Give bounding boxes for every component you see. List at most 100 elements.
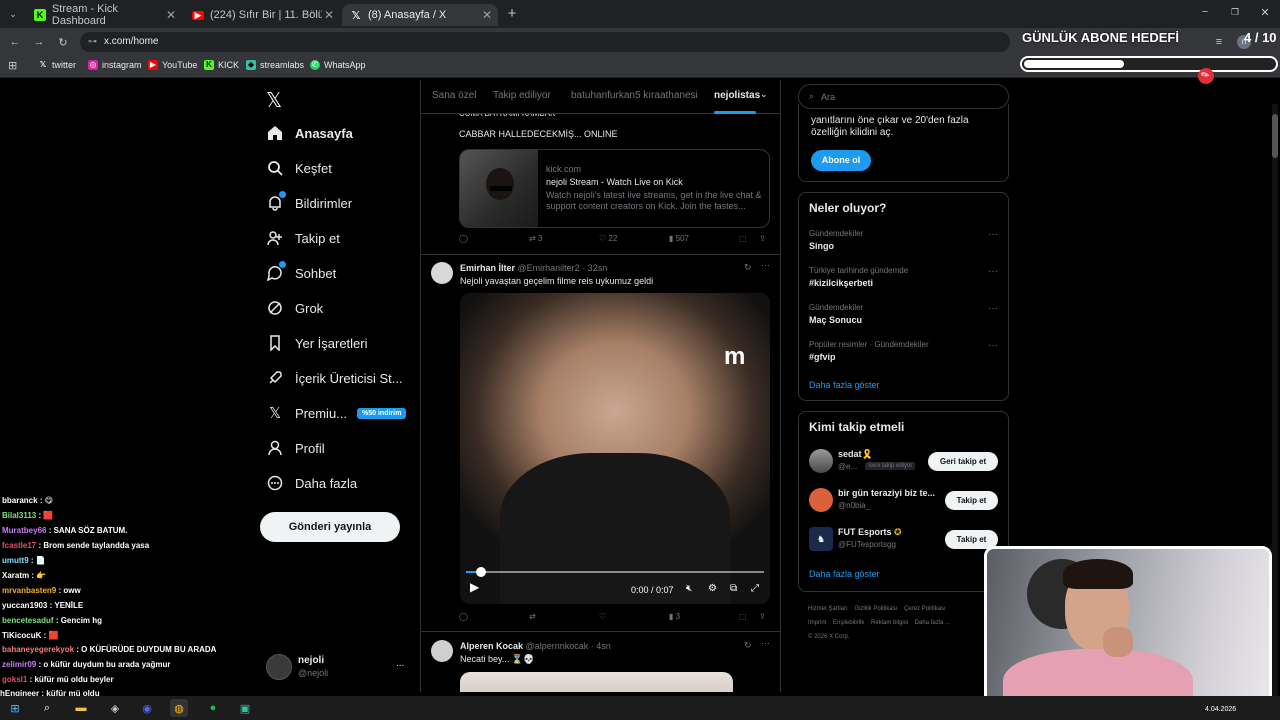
site-info-icon[interactable]: ⊶ bbox=[88, 36, 97, 47]
more-icon[interactable]: ··· bbox=[761, 638, 770, 648]
follow-button[interactable]: Takip et bbox=[945, 491, 998, 510]
bookmark-icon[interactable]: ⬚ bbox=[739, 234, 747, 243]
sidebar-item-chat[interactable]: Sohbet bbox=[266, 261, 336, 282]
share-icon[interactable]: ⇪ bbox=[759, 234, 766, 243]
author-name[interactable]: Alperen Kocak bbox=[460, 641, 523, 651]
trend-item[interactable]: Türkiye tarihinde gündemde #kizilcikşerb… bbox=[799, 264, 1008, 300]
author-name[interactable]: Emirhan İlter bbox=[460, 263, 515, 273]
sidebar-item-home[interactable]: Anasayfa bbox=[266, 124, 353, 142]
windows-start-icon[interactable]: ⊞ bbox=[6, 699, 24, 717]
play-icon[interactable]: ▶ bbox=[470, 580, 479, 594]
video-scrubber-handle[interactable] bbox=[476, 567, 486, 577]
fut-esports-logo[interactable]: ♞ bbox=[809, 527, 833, 551]
bookmark-instagram[interactable]: ◎ instagram bbox=[88, 60, 142, 70]
apps-grid-icon[interactable]: ⊞ bbox=[8, 59, 17, 72]
follow-show-more-link[interactable]: Daha fazla göster bbox=[809, 569, 880, 579]
account-more-button[interactable]: ... bbox=[396, 658, 404, 669]
footer-link[interactable]: Reklam bilgisi bbox=[871, 620, 908, 626]
footer-link[interactable]: Daha fazla ... bbox=[915, 620, 950, 626]
footer-link[interactable]: Imprint bbox=[808, 620, 826, 626]
trend-item[interactable]: Popüler resimler · Gündemdekiler #gfvip … bbox=[799, 338, 1008, 374]
spotify-icon[interactable]: ● bbox=[204, 699, 222, 717]
discord-icon[interactable]: ◉ bbox=[138, 699, 156, 717]
account-name[interactable]: nejoli bbox=[298, 655, 324, 666]
footer-link[interactable]: Erişilebilirlik bbox=[833, 620, 864, 626]
tab-kick-dashboard[interactable]: K Stream - Kick Dashboard ✕ bbox=[26, 3, 182, 27]
tab-for-you[interactable]: Sana özel bbox=[432, 90, 476, 101]
chrome-icon[interactable]: ◍ bbox=[170, 699, 188, 717]
share-icon[interactable]: ⇪ bbox=[759, 612, 766, 621]
follow-name[interactable]: FUT Esports ✪ bbox=[838, 527, 902, 538]
more-icon[interactable]: ··· bbox=[988, 340, 998, 351]
account-avatar[interactable] bbox=[266, 654, 292, 680]
sidebar-item-explore[interactable]: Keşfet bbox=[266, 159, 332, 177]
footer-link[interactable]: Çerez Politikası bbox=[904, 606, 946, 612]
retweet-button[interactable]: ⇄ 3 bbox=[529, 234, 542, 243]
tab-nejolistas[interactable]: nejolistas bbox=[714, 90, 760, 101]
close-window-icon[interactable]: ✕ bbox=[1256, 3, 1274, 21]
scrollbar-thumb[interactable] bbox=[1272, 114, 1278, 158]
more-icon[interactable]: ··· bbox=[988, 303, 998, 314]
reload-icon[interactable]: ↻ bbox=[54, 33, 72, 51]
streamlabs-icon[interactable]: ▣ bbox=[236, 699, 254, 717]
tab-youtube[interactable]: ▶ (224) Sıfır Bir | 11. Bölüm - YouT ✕ bbox=[184, 4, 340, 26]
retweet-icon[interactable]: ⇄ bbox=[529, 612, 536, 621]
file-explorer-icon[interactable]: ▬ bbox=[72, 699, 90, 717]
page-scrollbar[interactable] bbox=[1272, 104, 1278, 696]
tab-following[interactable]: Takip ediliyor bbox=[493, 90, 551, 101]
bookmark-streamlabs[interactable]: ◆ streamlabs bbox=[246, 60, 304, 70]
trend-item[interactable]: Gündemdekiler Singo ··· bbox=[799, 227, 1008, 263]
link-card[interactable]: kick.com nejoli Stream - Watch Live on K… bbox=[459, 149, 770, 228]
bookmark-twitter[interactable]: 𝕏twitter bbox=[38, 60, 76, 70]
close-tab-icon[interactable]: ✕ bbox=[324, 8, 334, 22]
tab-search-button[interactable]: ⌄ bbox=[4, 5, 22, 23]
tab-x-home[interactable]: 𝕏 (8) Anasayfa / X ✕ bbox=[342, 4, 498, 26]
reply-icon[interactable]: ◯ bbox=[459, 234, 468, 243]
footer-link[interactable]: Gizlilik Politikası bbox=[854, 606, 897, 612]
tweet-image[interactable] bbox=[460, 672, 733, 692]
follow-back-button[interactable]: Geri takip et bbox=[928, 452, 998, 471]
post-button[interactable]: Gönderi yayınla bbox=[260, 512, 400, 542]
like-icon[interactable]: ♡ bbox=[599, 612, 606, 621]
sidebar-item-premium[interactable]: 𝕏 Premiu... %50 indirim bbox=[266, 404, 407, 422]
avatar[interactable] bbox=[809, 488, 833, 512]
close-tab-icon[interactable]: ✕ bbox=[482, 8, 492, 22]
reply-icon[interactable]: ◯ bbox=[459, 612, 468, 621]
bookmark-whatsapp[interactable]: ✆ WhatsApp bbox=[310, 60, 366, 70]
sidebar-item-profile[interactable]: Profil bbox=[266, 439, 325, 457]
video-scrubber[interactable] bbox=[466, 567, 764, 577]
more-icon[interactable]: ··· bbox=[761, 260, 770, 270]
new-tab-button[interactable]: + bbox=[503, 4, 521, 22]
chevron-down-icon[interactable]: ⌄ bbox=[760, 89, 768, 100]
follow-name[interactable]: sedat🎗️ bbox=[838, 449, 873, 460]
menu-lines-icon[interactable]: ≡ bbox=[1210, 33, 1228, 51]
settings-gear-icon[interactable]: ⚙ bbox=[708, 583, 717, 594]
close-tab-icon[interactable]: ✕ bbox=[166, 8, 176, 22]
more-icon[interactable]: ··· bbox=[988, 229, 998, 240]
bookmark-youtube[interactable]: ▶ YouTube bbox=[148, 60, 197, 70]
footer-link[interactable]: Hizmet Şartları bbox=[808, 606, 848, 612]
app-icon[interactable]: ◈ bbox=[106, 699, 124, 717]
trends-show-more-link[interactable]: Daha fazla göster bbox=[809, 380, 880, 390]
sidebar-item-grok[interactable]: Grok bbox=[266, 299, 323, 317]
mute-icon[interactable]: 🔇︎ bbox=[686, 583, 692, 594]
sidebar-item-more[interactable]: Daha fazla bbox=[266, 474, 357, 492]
pip-icon[interactable]: ⧉ bbox=[730, 583, 737, 594]
fullscreen-icon[interactable]: ⤢ bbox=[751, 583, 759, 594]
sidebar-item-creator-studio[interactable]: İçerik Üreticisi St... bbox=[266, 369, 403, 387]
views-button[interactable]: ▮ 3 bbox=[669, 612, 680, 621]
maximize-icon[interactable]: ❐ bbox=[1226, 3, 1244, 21]
avatar[interactable] bbox=[809, 449, 833, 473]
bookmark-kick[interactable]: K KICK bbox=[204, 60, 239, 70]
minimize-icon[interactable]: − bbox=[1196, 3, 1214, 21]
x-logo-icon[interactable]: 𝕏 bbox=[266, 88, 282, 113]
grok-icon[interactable]: ↻ bbox=[744, 640, 752, 651]
follow-name[interactable]: bir gün teraziyi biz te... bbox=[838, 488, 935, 498]
avatar[interactable] bbox=[431, 640, 453, 662]
bookmark-icon[interactable]: ⬚ bbox=[739, 612, 747, 621]
more-icon[interactable]: ··· bbox=[988, 266, 998, 277]
sidebar-item-bookmarks[interactable]: Yer İşaretleri bbox=[266, 334, 368, 352]
trend-item[interactable]: Gündemdekiler Maç Sonucu ··· bbox=[799, 301, 1008, 337]
grok-icon[interactable]: ↻ bbox=[744, 262, 752, 273]
back-icon[interactable]: ← bbox=[6, 33, 24, 51]
